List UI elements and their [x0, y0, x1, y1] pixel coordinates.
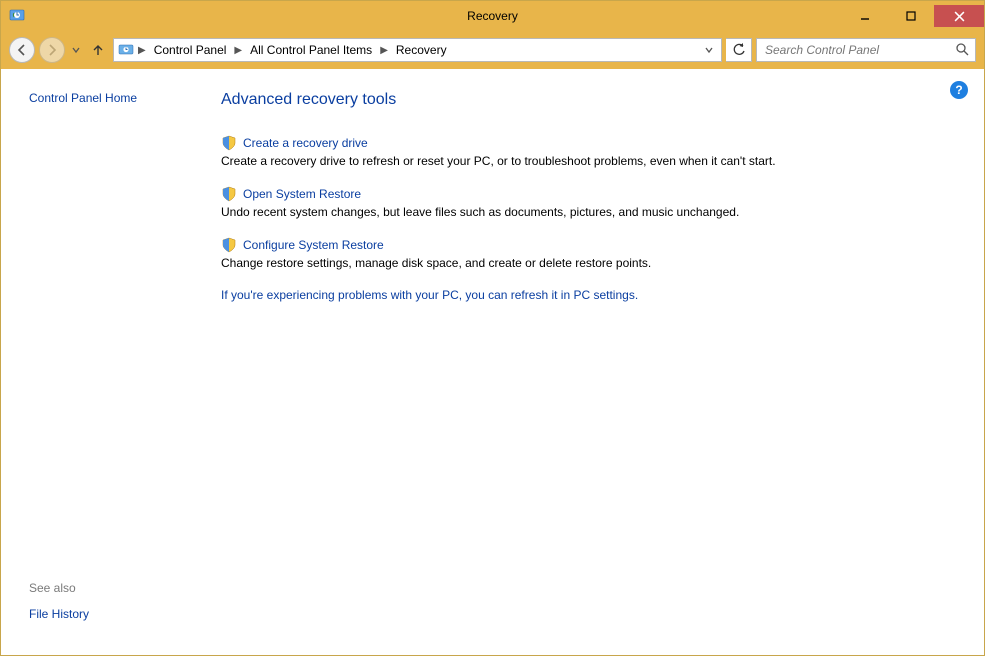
sidebar: Control Panel Home See also File History	[1, 69, 221, 655]
breadcrumb-item[interactable]: All Control Panel Items	[246, 43, 376, 57]
close-icon	[954, 11, 965, 22]
window-controls	[842, 5, 984, 27]
arrow-right-icon	[45, 43, 59, 57]
arrow-up-icon	[91, 43, 105, 57]
pc-settings-refresh-link[interactable]: If you're experiencing problems with you…	[221, 288, 944, 302]
configure-system-restore-link[interactable]: Configure System Restore	[243, 238, 384, 252]
maximize-icon	[906, 11, 916, 21]
shield-icon	[221, 135, 237, 151]
search-input[interactable]	[763, 42, 955, 58]
minimize-button[interactable]	[842, 5, 888, 27]
shield-icon	[221, 237, 237, 253]
chevron-down-icon	[705, 46, 713, 54]
open-system-restore-link[interactable]: Open System Restore	[243, 187, 361, 201]
breadcrumb-separator[interactable]: ▶	[136, 45, 148, 56]
help-icon[interactable]: ?	[950, 81, 968, 99]
app-icon	[9, 8, 25, 24]
forward-button[interactable]	[39, 37, 65, 63]
content-area: Control Panel Home See also File History…	[1, 69, 984, 655]
tool-item: Configure System Restore Change restore …	[221, 237, 944, 270]
breadcrumb-separator[interactable]: ▶	[378, 45, 390, 56]
tool-description: Change restore settings, manage disk spa…	[221, 256, 944, 270]
main-panel: ? Advanced recovery tools Create a recov…	[221, 69, 984, 655]
refresh-icon	[732, 43, 746, 57]
history-dropdown[interactable]	[69, 37, 83, 63]
shield-icon	[221, 186, 237, 202]
close-button[interactable]	[934, 5, 984, 27]
breadcrumb-separator[interactable]: ▶	[232, 45, 244, 56]
window: Recovery	[0, 0, 985, 656]
see-also-label: See also	[29, 581, 205, 595]
arrow-left-icon	[15, 43, 29, 57]
file-history-link[interactable]: File History	[29, 607, 205, 621]
tool-item: Create a recovery drive Create a recover…	[221, 135, 944, 168]
search-box[interactable]	[756, 38, 976, 62]
breadcrumb-item[interactable]: Recovery	[392, 43, 451, 57]
maximize-button[interactable]	[888, 5, 934, 27]
tool-description: Create a recovery drive to refresh or re…	[221, 154, 944, 168]
tool-item: Open System Restore Undo recent system c…	[221, 186, 944, 219]
page-heading: Advanced recovery tools	[221, 91, 944, 109]
location-icon	[118, 42, 134, 58]
up-button[interactable]	[87, 37, 109, 63]
back-button[interactable]	[9, 37, 35, 63]
toolbar: ▶ Control Panel ▶ All Control Panel Item…	[1, 31, 984, 69]
window-title: Recovery	[467, 9, 518, 23]
titlebar: Recovery	[1, 1, 984, 31]
refresh-button[interactable]	[726, 38, 752, 62]
breadcrumb-item[interactable]: Control Panel	[150, 43, 231, 57]
tool-description: Undo recent system changes, but leave fi…	[221, 205, 944, 219]
chevron-down-icon	[72, 46, 80, 54]
search-icon[interactable]	[955, 42, 969, 59]
control-panel-home-link[interactable]: Control Panel Home	[29, 91, 137, 105]
create-recovery-drive-link[interactable]: Create a recovery drive	[243, 136, 368, 150]
minimize-icon	[860, 11, 870, 21]
address-bar[interactable]: ▶ Control Panel ▶ All Control Panel Item…	[113, 38, 722, 62]
address-dropdown[interactable]	[701, 46, 717, 54]
